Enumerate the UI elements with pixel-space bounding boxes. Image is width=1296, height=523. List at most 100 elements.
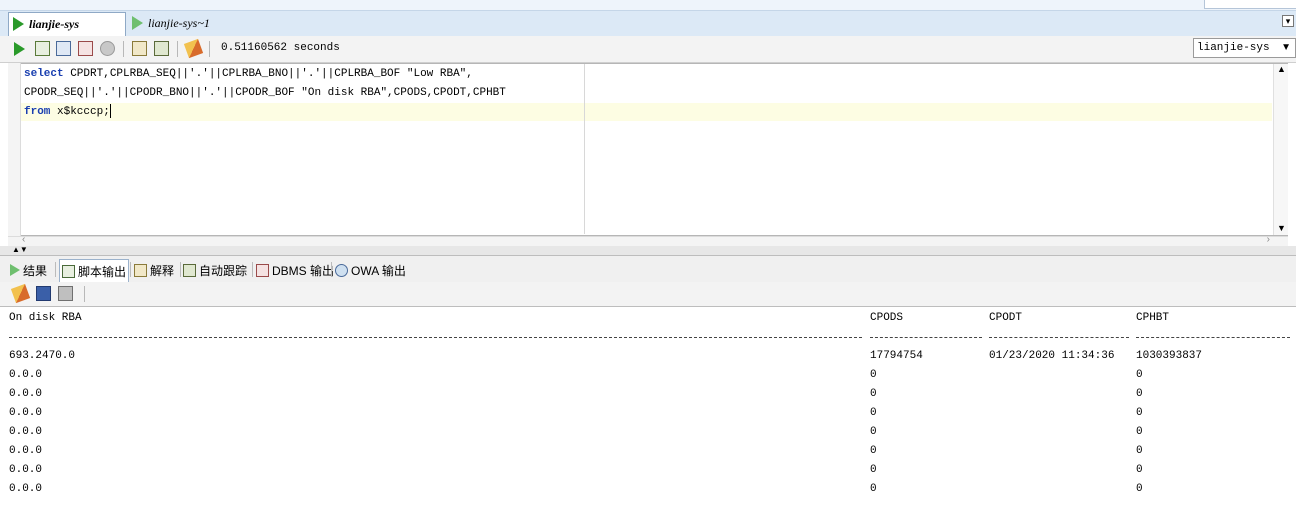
tab-label: lianjie-sys (29, 17, 79, 31)
window-top-edge (0, 0, 1296, 11)
result-cell: 0.0.0 (9, 483, 43, 495)
tab-explain[interactable]: 解释 (134, 259, 174, 281)
run-script-icon[interactable] (35, 41, 50, 56)
owa-output-icon (335, 263, 348, 277)
result-cell: 0 (1136, 388, 1143, 400)
editor-gutter (8, 63, 21, 236)
result-cell: 0 (870, 426, 877, 438)
code-line-2[interactable]: CPODR_SEQ||'.'||CPODR_BNO||'.'||CPODR_BO… (24, 84, 506, 103)
toolbar-separator (177, 41, 178, 57)
result-cell: 0 (870, 445, 877, 457)
tab-script-output[interactable]: 脚本输出 (59, 259, 130, 282)
scroll-left-icon[interactable]: ‹ (22, 234, 25, 245)
tab-lianjie-sys-1[interactable]: lianjie-sys~1 (128, 14, 238, 36)
result-cell: 693.2470.0 (9, 350, 76, 362)
result-cell: 0.0.0 (9, 445, 43, 457)
scroll-down-icon[interactable]: ▼ (1277, 223, 1286, 233)
result-cell: 0.0.0 (9, 388, 43, 400)
result-cell: 0 (1136, 369, 1143, 381)
result-cell: 0.0.0 (9, 369, 43, 381)
result-cell: 0.0.0 (9, 426, 43, 438)
save-icon[interactable] (36, 286, 51, 301)
result-cell: 0 (870, 483, 877, 495)
play-icon (10, 264, 20, 276)
connection-select[interactable]: lianjie-sys ▼ (1193, 38, 1296, 58)
result-cell: 0 (1136, 483, 1143, 495)
tab-separator (130, 262, 131, 277)
header-underline (870, 337, 982, 338)
run-icon (13, 17, 24, 31)
tab-label: OWA 输出 (351, 263, 406, 278)
output-toolbar (0, 282, 1296, 307)
elapsed-time: 0.51160562 seconds (221, 42, 340, 54)
rollback-icon[interactable] (78, 41, 93, 56)
tab-autotrace[interactable]: 自动跟踪 (183, 259, 247, 281)
tab-label: lianjie-sys~1 (148, 16, 210, 30)
worksheet-toolbar: 0.51160562 seconds lianjie-sys ▼ (0, 36, 1296, 63)
header-underline (1136, 337, 1290, 338)
cancel-icon[interactable] (100, 41, 115, 56)
result-cell: 0 (870, 369, 877, 381)
result-cell: 0.0.0 (9, 464, 43, 476)
text-cursor (109, 104, 111, 119)
result-cell: 0.0.0 (9, 407, 43, 419)
autotrace-icon (183, 263, 196, 277)
print-icon[interactable] (58, 286, 73, 301)
current-line-highlight (21, 103, 1272, 121)
result-cell: 0 (870, 464, 877, 476)
toolbar-separator (84, 286, 85, 302)
pane-splitter[interactable]: ▲▼ (0, 245, 1296, 256)
tab-label: DBMS 输出 (272, 263, 335, 278)
top-right-dropdown-icon[interactable] (1204, 0, 1296, 9)
clear-output-eraser-icon[interactable] (10, 283, 31, 304)
tab-label: 自动跟踪 (199, 263, 248, 278)
tab-separator (252, 262, 253, 277)
tab-label: 脚本输出 (78, 264, 127, 279)
result-cell: 0 (1136, 464, 1143, 476)
script-output-icon (62, 264, 75, 278)
scroll-right-icon[interactable]: › (1267, 234, 1270, 245)
header-underline (989, 337, 1129, 338)
commit-icon[interactable] (56, 41, 71, 56)
result-cell: 01/23/2020 11:34:36 (989, 350, 1115, 362)
tab-separator (55, 262, 56, 277)
right-margin-line (584, 64, 585, 234)
scroll-up-icon[interactable]: ▲ (1277, 64, 1286, 74)
column-header-on-disk-rba: On disk RBA (9, 312, 82, 324)
column-header-cpods: CPODS (870, 312, 904, 324)
output-tab-bar: 结果 脚本输出 解释 自动跟踪 DBMS 输出 OWA 输出 (0, 256, 1296, 283)
tab-label: 解释 (150, 263, 175, 278)
result-cell: 0 (1136, 407, 1143, 419)
toolbar-separator (123, 41, 124, 57)
tab-separator (180, 262, 181, 277)
code-line-1[interactable]: select CPDRT,CPLRBA_SEQ||'.'||CPLRBA_BNO… (24, 65, 473, 84)
tab-owa-output[interactable]: OWA 输出 (335, 259, 406, 281)
result-cell: 0 (1136, 445, 1143, 457)
column-header-cphbt: CPHBT (1136, 312, 1170, 324)
tab-lianjie-sys[interactable]: lianjie-sys (8, 12, 126, 36)
code-line-3[interactable]: from x$kcccp; (24, 103, 111, 122)
chevron-down-icon: ▼ (1281, 42, 1291, 53)
result-cell: 1030393837 (1136, 350, 1203, 362)
autotrace-icon[interactable] (154, 41, 169, 56)
header-underline (9, 337, 862, 338)
dbms-output-icon (256, 263, 269, 277)
run-icon (132, 16, 143, 30)
result-cell: 17794754 (870, 350, 923, 362)
tab-label: 结果 (23, 263, 48, 278)
tab-dbms-output[interactable]: DBMS 输出 (256, 259, 334, 281)
result-cell: 0 (870, 388, 877, 400)
editor-vertical-scrollbar[interactable]: ▲ ▼ (1273, 64, 1288, 235)
explain-plan-icon (134, 263, 147, 277)
collapse-up-icon[interactable]: ▲▼ (12, 245, 28, 254)
tab-list-menu-icon[interactable]: ▾ (1282, 15, 1294, 27)
connection-value: lianjie-sys (1197, 42, 1270, 54)
clear-eraser-icon[interactable] (183, 38, 204, 59)
result-cell: 0 (870, 407, 877, 419)
tab-results[interactable]: 结果 (10, 259, 47, 281)
explain-plan-icon[interactable] (132, 41, 147, 56)
script-output-panel[interactable]: On disk RBA CPODS CPODT CPHBT 693.2470.0… (0, 307, 1296, 523)
result-cell: 0 (1136, 426, 1143, 438)
run-statement-icon[interactable] (14, 42, 25, 56)
column-header-cpodt: CPODT (989, 312, 1023, 324)
